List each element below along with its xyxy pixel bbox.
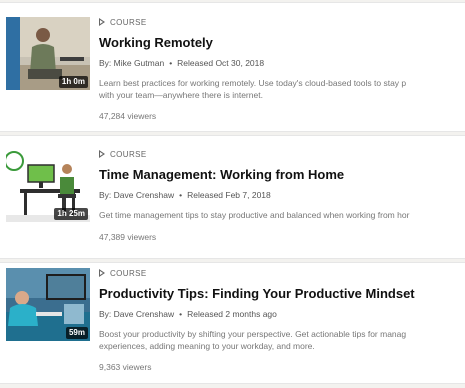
course-author: By: Dave Crenshaw (99, 309, 175, 319)
course-author: By: Dave Crenshaw (99, 190, 175, 200)
course-description: Boost your productivity by shifting your… (99, 329, 407, 351)
play-icon (99, 18, 105, 26)
viewer-count: 9,363 viewers (99, 362, 152, 372)
release-date: Released Oct 30, 2018 (177, 58, 265, 68)
course-card[interactable]: 1h 25m COURSE Time Management: Working f… (0, 135, 465, 259)
viewer-count: 47,389 viewers (99, 231, 157, 242)
course-meta: By: Dave Crenshaw • Released 2 months ago (99, 309, 465, 320)
course-info: COURSE Time Management: Working from Hom… (99, 148, 465, 243)
course-title[interactable]: Productivity Tips: Finding Your Producti… (99, 286, 465, 302)
duration-badge: 1h 25m (54, 208, 88, 220)
separator-dot: • (169, 58, 173, 68)
course-description: Get time management tips to stay product… (99, 210, 410, 220)
course-type-label: COURSE (110, 149, 147, 159)
course-meta: By: Dave Crenshaw • Released Feb 7, 2018 (99, 190, 465, 201)
separator-dot: • (179, 190, 183, 200)
course-thumbnail[interactable]: 1h 25m (6, 149, 90, 222)
release-date: Released 2 months ago (187, 309, 277, 319)
course-author: By: Mike Gutman (99, 58, 165, 68)
course-card[interactable]: 1h 0m COURSE Working Remotely By: Mike G… (0, 2, 465, 132)
course-type-label: COURSE (110, 268, 147, 278)
course-type: COURSE (99, 16, 465, 28)
course-thumbnail[interactable]: 1h 0m (6, 17, 90, 90)
course-title[interactable]: Working Remotely (99, 35, 465, 51)
course-type-label: COURSE (110, 17, 147, 27)
course-type: COURSE (99, 267, 465, 279)
viewer-count: 47,284 viewers (99, 111, 157, 121)
play-icon (99, 269, 105, 277)
course-info: COURSE Working Remotely By: Mike Gutman •… (99, 16, 465, 122)
course-card[interactable]: 59m COURSE Productivity Tips: Finding Yo… (0, 262, 465, 384)
duration-badge: 59m (65, 327, 88, 339)
release-date: Released Feb 7, 2018 (187, 190, 271, 200)
separator-dot: • (179, 309, 183, 319)
course-list: 1h 0m COURSE Working Remotely By: Mike G… (0, 0, 465, 388)
course-description: Learn best practices for working remotel… (99, 78, 407, 100)
course-title[interactable]: Time Management: Working from Home (99, 167, 465, 183)
duration-badge: 1h 0m (58, 76, 88, 88)
play-icon (99, 150, 105, 158)
course-info: COURSE Productivity Tips: Finding Your P… (99, 267, 465, 373)
course-meta: By: Mike Gutman • Released Oct 30, 2018 (99, 58, 465, 69)
course-thumbnail[interactable]: 59m (6, 268, 90, 341)
course-type: COURSE (99, 148, 465, 160)
